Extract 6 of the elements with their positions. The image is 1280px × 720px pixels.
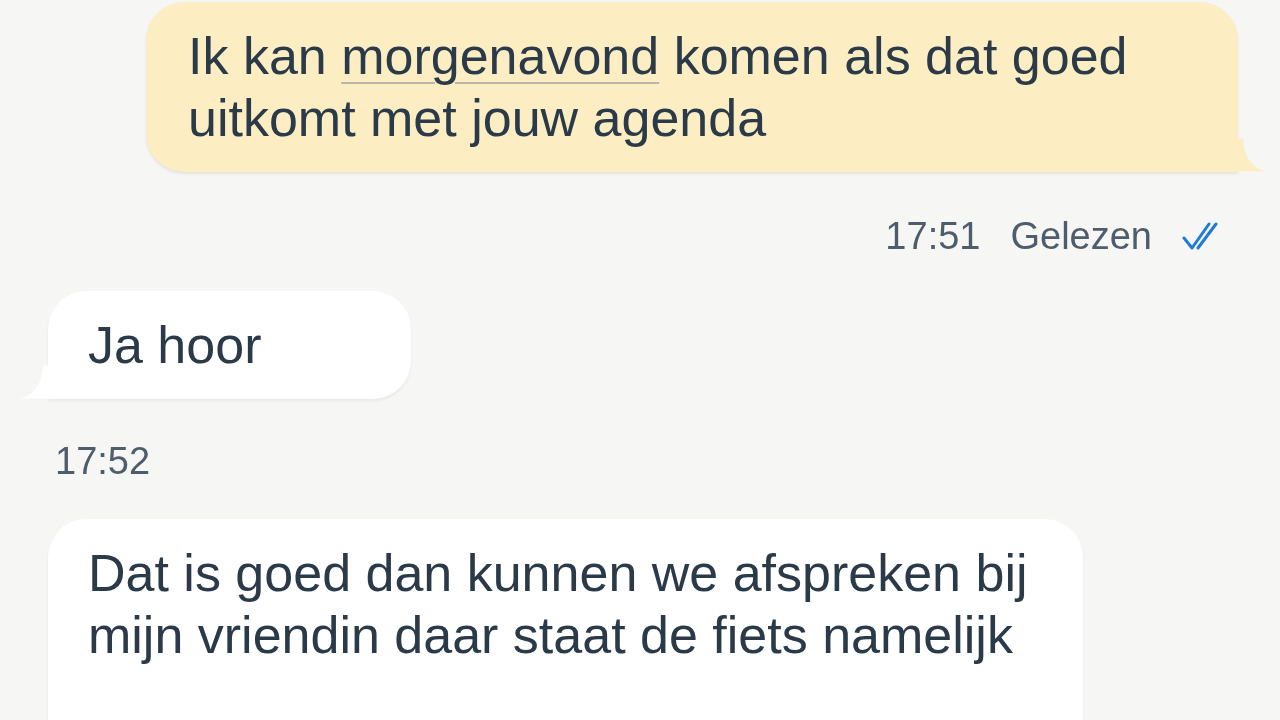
message-text: Ja hoor	[88, 315, 262, 376]
message-text: Dat is goed dan kunnen we afspreken bij mijn vriendin daar staat de fiets namelijk	[88, 543, 1029, 666]
message-time: 17:52	[55, 439, 151, 483]
message-time: 17:51	[885, 214, 981, 258]
read-status: Gelezen	[1010, 214, 1152, 258]
message-text: Ik kan morgenavond komen als dat goed uitkomt met jouw agenda	[188, 26, 1129, 149]
